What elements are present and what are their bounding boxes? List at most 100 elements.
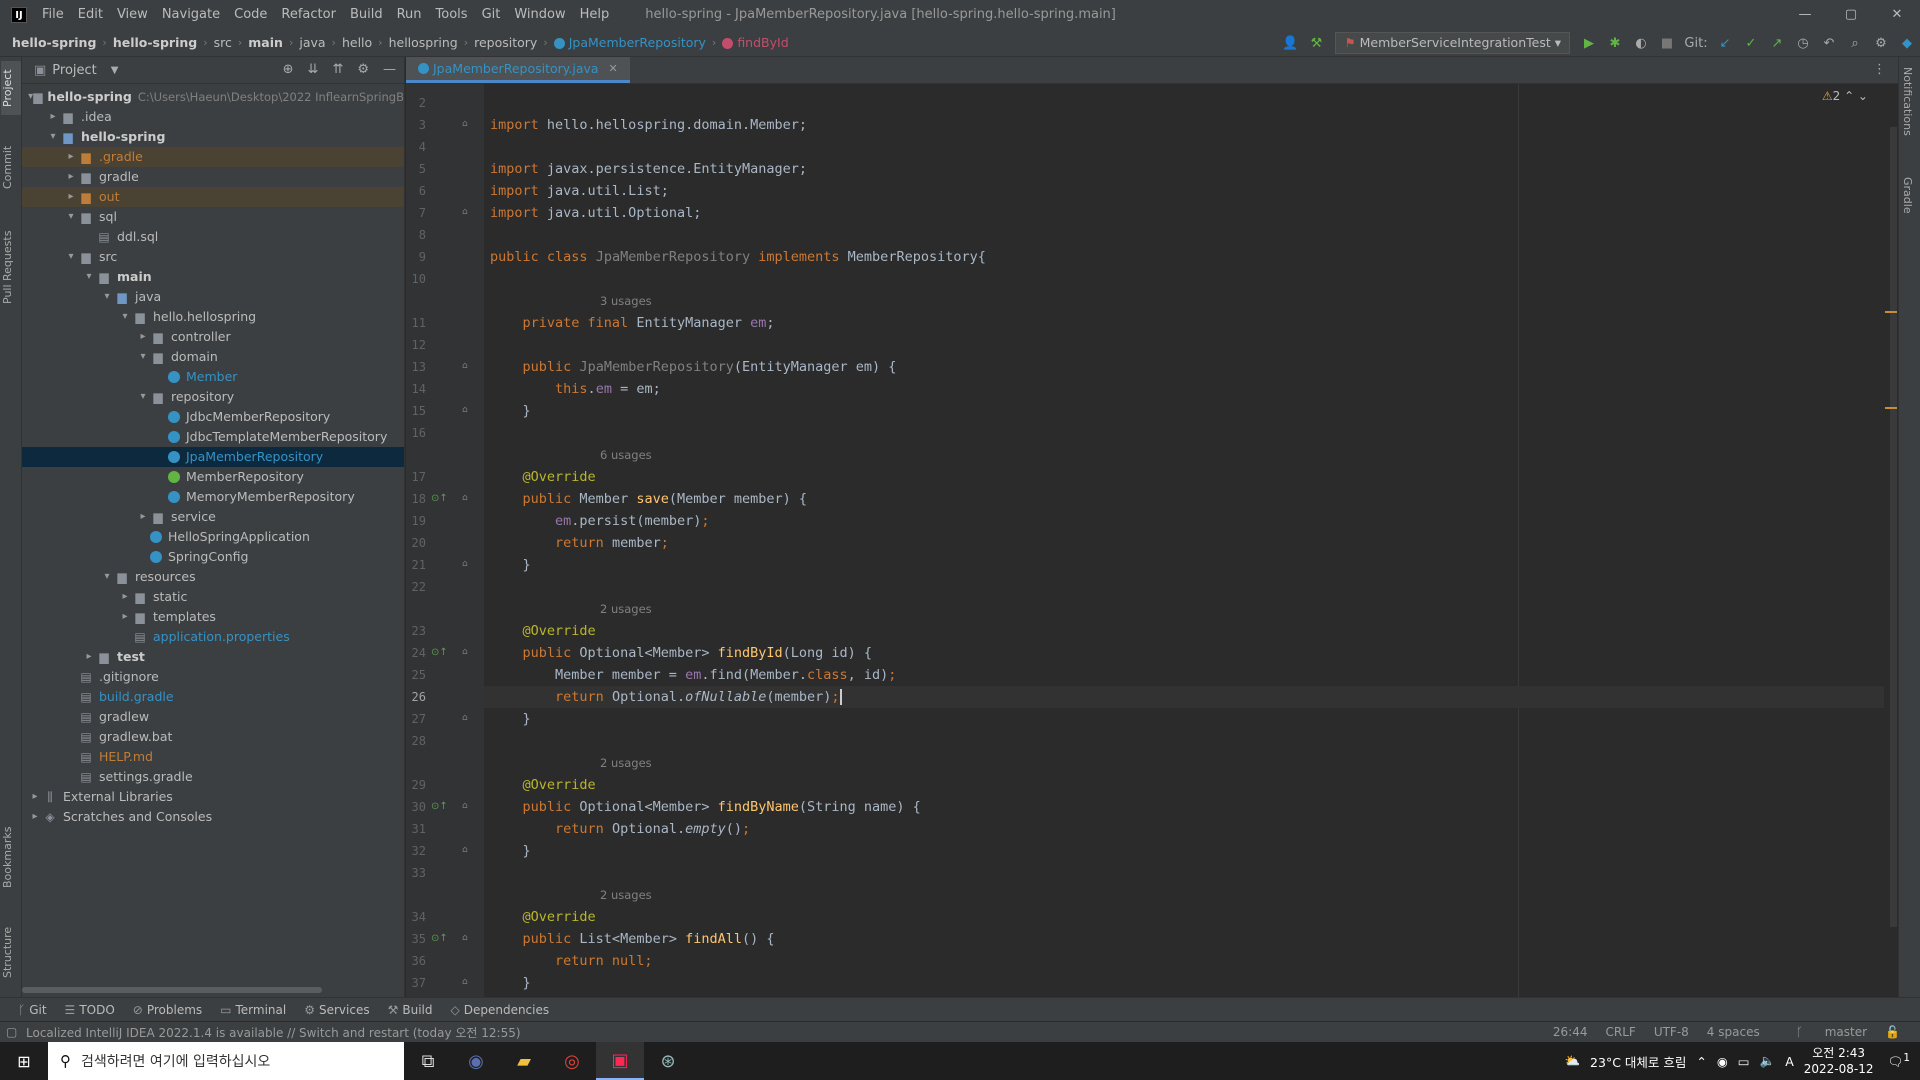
chrome-app-icon[interactable]: ◎ [548,1042,596,1080]
task-view-icon[interactable]: ⧉ [404,1042,452,1080]
tree-node[interactable]: ▤ .gitignore [22,667,404,687]
more-options-icon[interactable]: ⋮ [1861,57,1898,83]
code-line[interactable]: import hello.hellospring.domain.Member; [484,114,807,136]
tree-node[interactable]: ▾ ▆ hello-spring [22,127,404,147]
code-vision-usages[interactable]: 2 usages [495,756,652,770]
tree-node[interactable]: ▾ ▆ hello-spring C:\Users\Haeun\Desktop\202… [22,87,404,107]
run-config-select[interactable]: ⚑ MemberServiceIntegrationTest ▾ [1335,32,1570,54]
code-line[interactable]: public Optional<Member> findById(Long id… [484,642,873,664]
gear-icon[interactable]: ⚙ [357,62,369,77]
tree-node[interactable]: ▾ ▆ resources [22,567,404,587]
minimize-button[interactable]: — [1782,0,1828,29]
notification-center-icon[interactable]: 🗨1 [1888,1052,1911,1070]
caret-position[interactable]: 26:44 [1553,1025,1588,1039]
code-vision-usages[interactable]: 3 usages [495,294,652,308]
tree-node[interactable]: Member [22,367,404,387]
tree-node[interactable]: ▸ ▆ test [22,647,404,667]
menu-build[interactable]: Build [343,7,390,22]
warning-stripe-mark[interactable] [1885,311,1897,313]
expand-arrow-icon[interactable]: ▸ [46,107,60,127]
tree-node[interactable]: ▾ ▆ src [22,247,404,267]
expand-arrow-icon[interactable]: ▾ [46,127,60,147]
breadcrumb-item[interactable]: JpaMemberRepository [553,35,706,50]
expand-arrow-icon[interactable]: ▸ [28,787,42,807]
tree-node[interactable]: ▾ ▆ main [22,267,404,287]
tree-node[interactable]: ▾ ▆ hello.hellospring [22,307,404,327]
file-explorer-icon[interactable]: ▰ [500,1042,548,1080]
tree-node[interactable]: ▾ ▆ sql [22,207,404,227]
inspection-widget[interactable]: ⚠2 ⌃ ⌄ [1822,89,1868,103]
collapse-all-icon[interactable]: ⇈ [332,62,343,77]
warning-stripe-mark[interactable] [1885,407,1897,409]
tree-node[interactable]: ▸ ▆ service [22,507,404,527]
tree-node[interactable]: ▸ ⫼ External Libraries [22,787,404,807]
expand-all-icon[interactable]: ⇊ [308,62,319,77]
commit-tool-tab[interactable]: Commit [1,137,21,197]
code-line[interactable]: this.em = em; [484,378,661,400]
expand-arrow-icon[interactable]: ▾ [136,347,150,367]
fold-marker-icon[interactable]: ⌂ [462,207,468,217]
ime-indicator[interactable]: A [1785,1054,1794,1069]
weather-icon[interactable]: ⛅ [1564,1053,1580,1069]
code-line[interactable] [484,576,490,598]
tree-node[interactable]: ▸ ▆ static [22,587,404,607]
intellij-logo-icon[interactable]: IJ [11,6,27,23]
tree-node[interactable]: ▤ build.gradle [22,687,404,707]
fold-marker-icon[interactable]: ⌂ [462,713,468,723]
notifications-tool-tab[interactable]: Notifications [1901,67,1914,136]
menu-git[interactable]: Git [475,7,508,22]
indent-setting[interactable]: 4 spaces [1707,1025,1760,1039]
settings-gear-icon[interactable]: ⚙ [1868,36,1894,51]
fold-marker-icon[interactable]: ⌂ [462,933,468,943]
code-line[interactable] [484,268,490,290]
code-line[interactable] [484,224,490,246]
tree-node[interactable]: JdbcTemplateMemberRepository [22,427,404,447]
toolbox-icon[interactable]: ◆ [1894,36,1920,51]
code-line[interactable]: return null; [484,950,653,972]
tree-node[interactable]: ▸ ▆ gradle [22,167,404,187]
tool-window-services[interactable]: ⚙ Services [304,1003,369,1017]
steam-app-icon[interactable]: ⊛ [644,1042,692,1080]
code-line[interactable]: @Override [484,466,596,488]
tree-node[interactable]: ▸ ▆ controller [22,327,404,347]
code-line[interactable]: public JpaMemberRepository(EntityManager… [484,356,897,378]
breadcrumb-item[interactable]: hellospring [389,35,458,50]
menu-view[interactable]: View [110,7,155,22]
expand-arrow-icon[interactable]: ▸ [136,327,150,347]
taskbar-search[interactable]: ⚲ 검색하려면 여기에 입력하십시오 [48,1042,404,1080]
tree-node[interactable]: ▸ ▆ .idea [22,107,404,127]
git-push-icon[interactable]: ↗ [1764,36,1790,51]
tool-window-build[interactable]: ⚒ Build [388,1003,433,1017]
expand-arrow-icon[interactable]: ▸ [82,647,96,667]
code-line[interactable]: @Override [484,620,596,642]
implements-method-icon[interactable]: ⊙↑ [431,493,448,504]
status-message[interactable]: Localized IntelliJ IDEA 2022.1.4 is avai… [26,1024,521,1041]
tree-node[interactable]: ▤ ddl.sql [22,227,404,247]
expand-arrow-icon[interactable]: ▾ [64,247,78,267]
eclipse-app-icon[interactable]: ◉ [452,1042,500,1080]
tree-node[interactable]: ▸ ▆ templates [22,607,404,627]
code-line[interactable]: @Override [484,774,596,796]
expand-arrow-icon[interactable]: ▸ [64,187,78,207]
code-line[interactable] [484,730,490,752]
volume-icon[interactable]: 🔈 [1760,1053,1776,1069]
menu-window[interactable]: Window [507,7,572,22]
expand-arrow-icon[interactable]: ▸ [118,587,132,607]
expand-arrow-icon[interactable]: ▸ [28,807,42,827]
code-line[interactable]: } [484,554,531,576]
expand-arrow-icon[interactable]: ▾ [82,267,96,287]
tree-node[interactable]: ▤ settings.gradle [22,767,404,787]
tool-window-git[interactable]: ᚴ Git [18,1003,47,1017]
fold-marker-icon[interactable]: ⌂ [462,647,468,657]
editor-gutter[interactable]: 2 3 ⌂ 4 5 6 7 ⌂ 8 9 10 11 12 13 ⌂ 14 15 ⌂ 16 17 18 ⊙↑ ⌂ 19 20 21 ⌂… [406,84,484,997]
lock-icon[interactable]: 🔓 [1885,1025,1900,1039]
tree-node[interactable]: ▸ ◈ Scratches and Consoles [22,807,404,827]
breadcrumb-item[interactable]: hello-spring [113,35,197,50]
tree-node[interactable]: HelloSpringApplication [22,527,404,547]
tray-app-icon[interactable]: ◉ [1717,1054,1728,1069]
rollback-icon[interactable]: ↶ [1816,36,1842,51]
code-line[interactable]: private final EntityManager em; [484,312,775,334]
tree-node[interactable]: MemberRepository [22,467,404,487]
git-branch[interactable]: ᚴ master [1778,1025,1867,1039]
tree-node[interactable]: JpaMemberRepository [22,447,404,467]
